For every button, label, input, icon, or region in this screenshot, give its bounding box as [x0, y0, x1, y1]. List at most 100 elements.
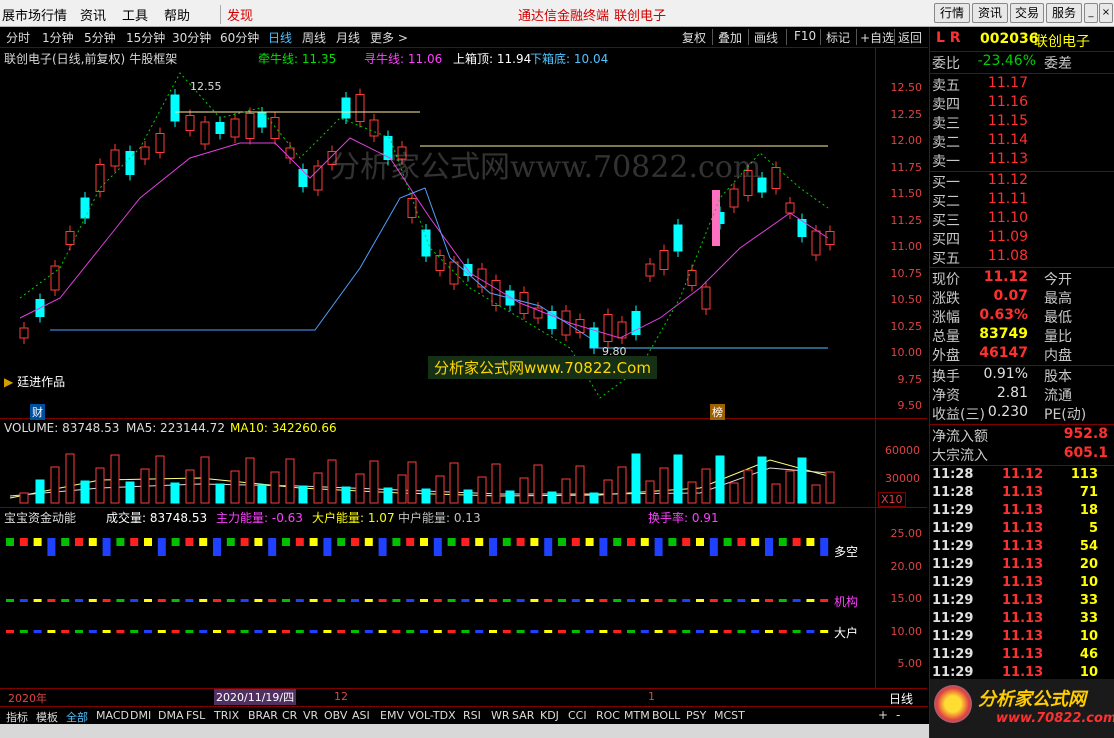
fundamental-row[interactable]: 净资 2.81 流通: [932, 385, 1112, 404]
quote-row[interactable]: 外盘 46147 内盘: [932, 345, 1112, 364]
indicator-tab-sar[interactable]: SAR: [512, 709, 534, 722]
bigholder-bar: [723, 630, 732, 633]
longshort-bar: [613, 538, 622, 546]
ask-row[interactable]: 卖三 11.15: [932, 113, 1112, 132]
bigholder-bar: [475, 630, 484, 633]
period-5min[interactable]: 5分钟: [84, 29, 116, 46]
period-daily[interactable]: 日线: [268, 29, 292, 46]
candle-body: [341, 97, 351, 119]
indicator-tab-cci[interactable]: CCI: [568, 709, 587, 722]
zoom-in-icon[interactable]: +: [878, 708, 888, 722]
indicator-tab-boll[interactable]: BOLL: [652, 709, 680, 722]
menu-tools[interactable]: 工具: [122, 5, 148, 24]
indicator-tab-全部[interactable]: 全部: [66, 709, 88, 725]
indicator-tab-asi[interactable]: ASI: [352, 709, 370, 722]
f10-button[interactable]: F10: [794, 29, 816, 43]
indicator-tab-模板[interactable]: 模板: [36, 709, 58, 725]
quote-row[interactable]: 总量 83749 量比: [932, 326, 1112, 345]
bid-row[interactable]: 买二 11.11: [932, 191, 1112, 210]
bid-row[interactable]: 买一 11.12: [932, 172, 1112, 191]
bid-row[interactable]: 买五 11.08: [932, 248, 1112, 267]
bid-row[interactable]: 买三 11.10: [932, 210, 1112, 229]
indicator-tab-fsl[interactable]: FSL: [186, 709, 205, 722]
indicator-tab-dmi[interactable]: DMI: [130, 709, 151, 722]
longshort-bar: [392, 538, 401, 546]
close-icon[interactable]: ×: [1099, 3, 1113, 23]
period-60min[interactable]: 60分钟: [220, 29, 259, 46]
finance-marker[interactable]: 财: [30, 404, 45, 420]
indicator-tab-dma[interactable]: DMA: [158, 709, 184, 722]
period-weekly[interactable]: 周线: [302, 29, 326, 46]
indicator-tab-psy[interactable]: PSY: [686, 709, 706, 722]
volume-bar: [110, 454, 120, 504]
indicator-tab-cr[interactable]: CR: [282, 709, 297, 722]
period-1min[interactable]: 1分钟: [42, 29, 74, 46]
institution-bar: [558, 599, 566, 602]
zoom-out-icon[interactable]: -: [896, 708, 900, 722]
indicator-tab-roc[interactable]: ROC: [596, 709, 620, 722]
logo-url: www.70822.com: [996, 711, 1114, 726]
draw-button[interactable]: 画线: [754, 29, 778, 46]
minimize-icon[interactable]: _: [1084, 3, 1098, 23]
indicator-tab-wr[interactable]: WR: [491, 709, 510, 722]
period-timeshare[interactable]: 分时: [6, 29, 30, 46]
period-monthly[interactable]: 月线: [336, 29, 360, 46]
institution-bar: [461, 599, 470, 602]
volume-axis-30000: 30000: [885, 472, 920, 485]
adjust-button[interactable]: 复权: [682, 29, 706, 46]
indicator-tab-trix[interactable]: TRIX: [214, 709, 239, 722]
indicator-tab-obv[interactable]: OBV: [324, 709, 347, 722]
quote-row[interactable]: 涨幅 0.63% 最低: [932, 307, 1112, 326]
menu-market[interactable]: 展市场行情: [2, 5, 67, 24]
ranking-marker[interactable]: 榜: [710, 404, 725, 420]
period-more[interactable]: 更多 >: [370, 29, 408, 46]
ask-price: 11.13: [987, 151, 1028, 167]
trade-button[interactable]: 交易: [1010, 3, 1044, 23]
quote-row[interactable]: 涨跌 0.07 最高: [932, 288, 1112, 307]
flow-value: 952.8: [1063, 426, 1108, 442]
ask-row[interactable]: 卖四 11.16: [932, 94, 1112, 113]
bid-row[interactable]: 买四 11.09: [932, 229, 1112, 248]
indicator-tab-vr[interactable]: VR: [303, 709, 318, 722]
indicator-tab-rsi[interactable]: RSI: [463, 709, 481, 722]
tick-time: 11:29: [932, 503, 974, 518]
menu-discover[interactable]: 发现: [220, 5, 253, 24]
back-button[interactable]: 返回: [898, 29, 922, 46]
ask-row[interactable]: 卖五 11.17: [932, 75, 1112, 94]
indicator-tab-kdj[interactable]: KDJ: [540, 709, 559, 722]
bigholder-bar: [627, 630, 635, 633]
volume-bar: [491, 463, 501, 504]
quote-label: 涨幅: [932, 310, 960, 326]
quote-row[interactable]: 现价 11.12 今开: [932, 269, 1112, 288]
price-axis-label: 11.25: [890, 213, 923, 227]
indicator-tab-emv[interactable]: EMV: [380, 709, 404, 722]
volume-bar: [631, 453, 641, 504]
institution-bar: [420, 599, 428, 602]
fundamental-row[interactable]: 收益(三) 0.230 PE(动): [932, 404, 1112, 423]
menu-news[interactable]: 资讯: [80, 5, 106, 24]
ask-label: 卖五: [932, 78, 960, 94]
mark-button[interactable]: 标记: [826, 29, 850, 46]
ask-row[interactable]: 卖一 11.13: [932, 151, 1112, 170]
add-watchlist-button[interactable]: +自选: [860, 29, 894, 46]
ask-row[interactable]: 卖二 11.14: [932, 132, 1112, 151]
indicator-tab-mcst[interactable]: MCST: [714, 709, 745, 722]
period-15min[interactable]: 15分钟: [126, 29, 165, 46]
divider: [930, 424, 1114, 425]
fundamental-row[interactable]: 换手 0.91% 股本: [932, 366, 1112, 385]
quote-button[interactable]: 行情: [934, 3, 970, 23]
flow-row[interactable]: 净流入额 952.8: [932, 426, 1112, 445]
overlay-button[interactable]: 叠加: [718, 29, 742, 46]
news-button[interactable]: 资讯: [972, 3, 1008, 23]
tick-volume: 10: [1079, 629, 1098, 644]
flow-row[interactable]: 大宗流入 605.1: [932, 445, 1112, 464]
service-button[interactable]: 服务: [1046, 3, 1082, 23]
menu-help[interactable]: 帮助: [164, 5, 190, 24]
indicator-tab-vol-tdx[interactable]: VOL-TDX: [408, 709, 456, 722]
indicator-tab-brar[interactable]: BRAR: [248, 709, 278, 722]
longshort-bar: [723, 538, 732, 546]
indicator-tab-mtm[interactable]: MTM: [624, 709, 650, 722]
period-30min[interactable]: 30分钟: [172, 29, 211, 46]
indicator-tab-指标[interactable]: 指标: [6, 709, 28, 725]
indicator-tab-macd[interactable]: MACD: [96, 709, 129, 722]
